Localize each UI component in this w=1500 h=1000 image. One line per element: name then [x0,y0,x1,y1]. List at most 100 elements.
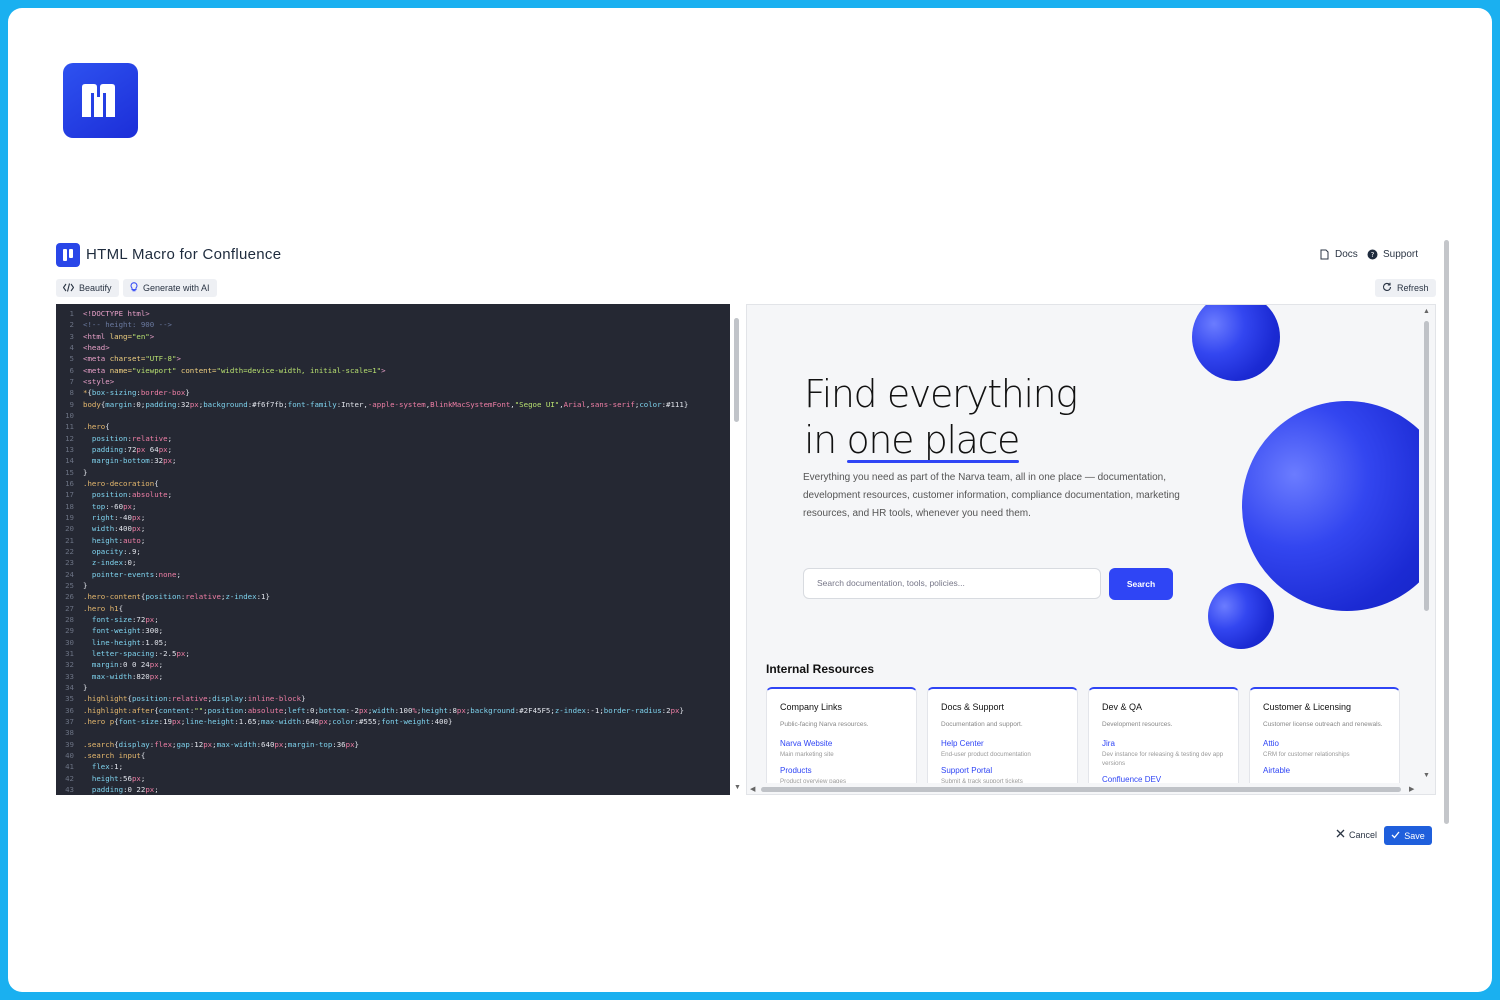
card-subtitle: Public-facing Narva resources. [780,721,869,728]
beautify-button[interactable]: Beautify [56,279,119,297]
page-scroll-thumb[interactable] [1444,240,1449,824]
code-line[interactable]: 2 <!-- height: 900 --> [56,319,730,330]
card-link[interactable]: Help Center [941,739,1064,748]
code-line[interactable]: 40 .search input{ [56,750,730,761]
code-line[interactable]: 4 <head> [56,342,730,353]
code-token: display [212,694,244,704]
code-line[interactable]: 3 <html lang="en"> [56,331,730,342]
code-line[interactable]: 26 .hero-content{position:relative;z-inde… [56,591,730,602]
code-line[interactable]: 19 right:-40px; [56,512,730,523]
scroll-down-arrow-icon[interactable]: ▼ [734,784,741,791]
scroll-left-arrow-icon[interactable]: ◀ [750,785,755,793]
code-token: :Inter, [336,399,368,409]
card-link[interactable]: Attio [1263,739,1386,748]
card-link[interactable]: Products [780,766,903,775]
code-line[interactable]: 23 z-index:0; [56,557,730,568]
code-line[interactable]: 21 height:auto; [56,535,730,546]
code-line[interactable]: 8 *{box-sizing:border-box} [56,387,730,398]
code-line[interactable]: 22 opacity:.9; [56,546,730,557]
card-title: Docs & Support [941,702,1005,712]
card-link[interactable]: Narva Website [780,739,903,748]
code-line[interactable]: 41 flex:1; [56,761,730,772]
code-token: <!-- height: 900 --> [83,320,172,330]
code-line[interactable]: 42 height:56px; [56,773,730,784]
scroll-up-arrow-icon[interactable]: ▲ [1423,308,1430,315]
preview-vertical-scrollbar[interactable]: ▲ ▼ [1419,305,1435,783]
cancel-button[interactable]: Cancel [1336,829,1377,840]
code-line[interactable]: 31 letter-spacing:-2.5px; [56,648,730,659]
code-line[interactable]: 33 max-width:820px; [56,671,730,682]
code-line[interactable]: 10 [56,410,730,421]
code-token: gap [176,739,190,749]
code-token: :1.65; [234,716,262,726]
line-number: 29 [65,626,74,636]
save-button[interactable]: Save [1384,826,1432,845]
preview-hscroll-thumb[interactable] [761,787,1401,792]
code-line[interactable]: 35 .highlight{position:relative;display:i… [56,693,730,704]
card-link[interactable]: Jira [1102,739,1225,748]
code-line[interactable]: 15} [56,467,730,478]
code-line[interactable]: 9 body{margin:0;padding:32px;background:#… [56,399,730,410]
code-line[interactable]: 29 font-weight:300; [56,625,730,636]
docs-link[interactable]: Docs [1319,249,1358,260]
card-link[interactable]: Airtable [1263,766,1386,775]
page-scrollbar[interactable] [1444,232,1450,854]
code-line[interactable]: 12 position:relative; [56,433,730,444]
editor-scrollbar[interactable]: ▼ [730,304,744,795]
preview-horizontal-scrollbar[interactable]: ◀ ▶ [747,783,1419,794]
card-title: Customer & Licensing [1263,702,1352,712]
code-token: position [145,592,181,602]
code-token: display [118,739,150,749]
code-line[interactable]: 34} [56,682,730,693]
support-link[interactable]: ? Support [1367,249,1418,260]
generate-ai-button[interactable]: Generate with AI [123,279,217,297]
code-token: max-width [216,739,257,749]
code-line[interactable]: 6 <meta name="viewport" content="width=de… [56,365,730,376]
code-line[interactable]: 13 padding:72px 64px; [56,444,730,455]
code-line[interactable]: 14 margin-bottom:32px; [56,455,730,466]
code-editor[interactable]: 1 <!DOCTYPE html> 2 <!-- height: 900 --> 3 <h… [56,304,730,795]
search-input[interactable]: Search documentation, tools, policies... [803,568,1101,599]
code-line[interactable]: 17 position:absolute; [56,489,730,500]
search-button[interactable]: Search [1109,568,1173,600]
code-line[interactable]: 18 top:-60px; [56,501,730,512]
editor-scroll-thumb[interactable] [734,318,739,422]
scroll-right-arrow-icon[interactable]: ▶ [1409,785,1414,793]
code-line[interactable]: 25} [56,580,730,591]
code-token: z-index [225,592,257,602]
line-number: 15 [65,467,74,477]
code-line[interactable]: 39 .search{display:flex;gap:12px;max-widt… [56,739,730,750]
scroll-down-arrow-icon[interactable]: ▼ [1423,772,1430,779]
code-line[interactable]: 1 <!DOCTYPE html> [56,308,730,319]
code-token: px [123,501,132,511]
save-label: Save [1404,830,1425,841]
code-token: "" [194,705,204,715]
code-token: :0; [131,399,146,409]
code-line[interactable]: 32 margin:0 0 24px; [56,659,730,670]
code-line[interactable]: 30 line-height:1.05; [56,637,730,648]
code-line[interactable]: 37 .hero p{font-size:19px;line-height:1.6… [56,716,730,727]
code-line[interactable]: 28 font-size:72px; [56,614,730,625]
code-line[interactable]: 5 <meta charset="UTF-8"> [56,353,730,364]
code-token: :0 22 [123,784,146,794]
card-link[interactable]: Support Portal [941,766,1064,775]
code-token: :-60 [105,501,124,511]
code-line[interactable]: 38 [56,727,730,738]
code-line[interactable]: 11 .hero{ [56,421,730,432]
line-number: 8 [69,388,74,398]
code-line[interactable]: 24 pointer-events:none; [56,569,730,580]
code-line[interactable]: 36 .highlight:after{content:"";position:a… [56,705,730,716]
code-line[interactable]: 43 padding:0 22px; [56,784,730,795]
code-line[interactable]: 7 <style> [56,376,730,387]
code-token: :36 [332,739,346,749]
code-token: z-index [91,558,124,568]
code-line[interactable]: 27 .hero h1{ [56,603,730,614]
code-line[interactable]: 16 .hero-decoration{ [56,478,730,489]
preview-vscroll-thumb[interactable] [1424,321,1429,611]
refresh-button[interactable]: Refresh [1375,279,1436,297]
code-line[interactable]: 20 width:400px; [56,523,730,534]
app-frame: HTML Macro for Confluence Docs ? Support… [8,8,1492,992]
code-token: px [158,444,168,454]
